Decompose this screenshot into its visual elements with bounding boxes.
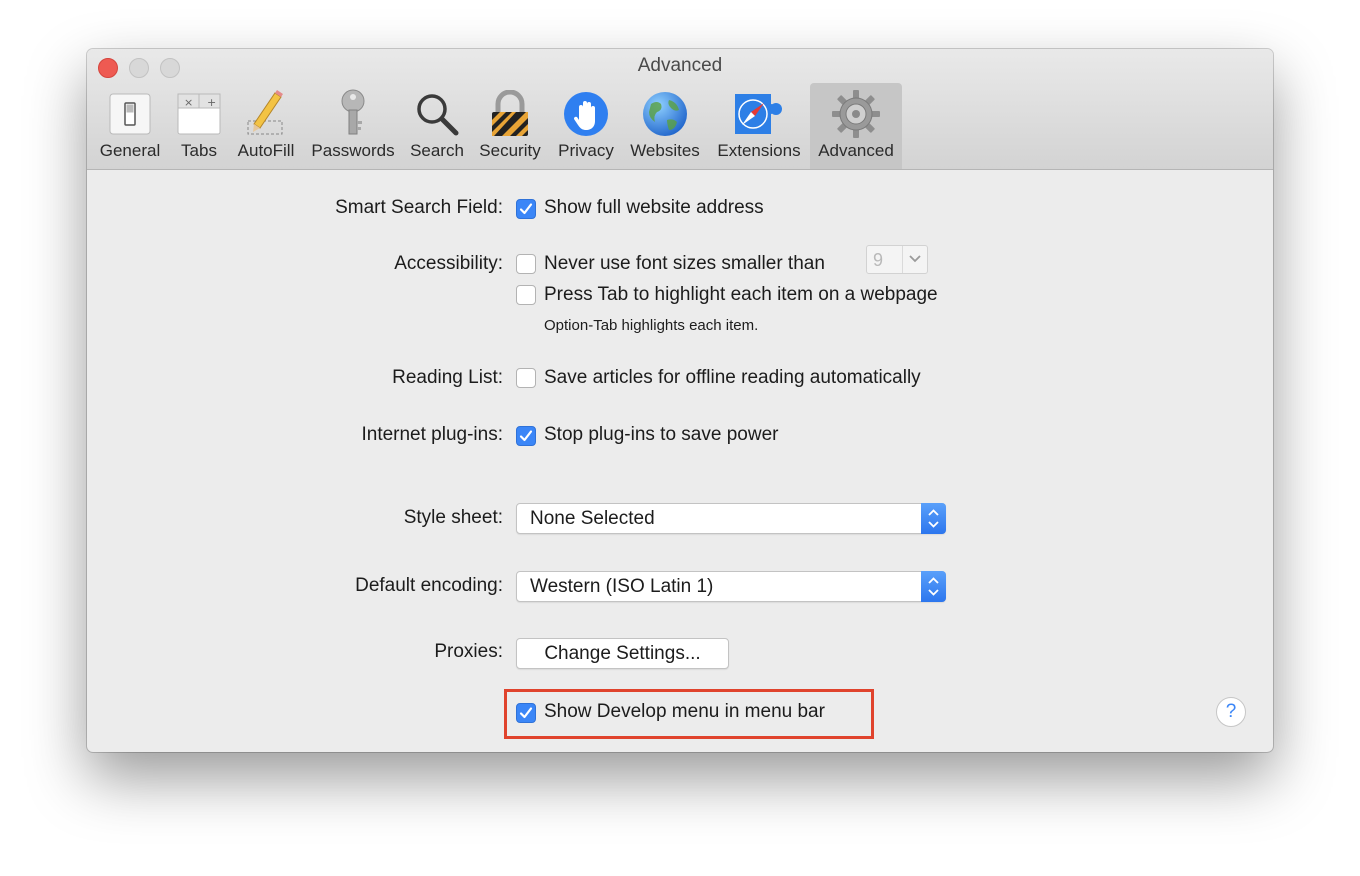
show-full-address-checkbox[interactable] <box>516 199 536 219</box>
tab-websites-label: Websites <box>630 141 700 160</box>
min-font-size-label[interactable]: Never use font sizes smaller than <box>544 253 825 275</box>
accessibility-label: Accessibility: <box>394 253 503 274</box>
tab-extensions[interactable]: Extensions <box>709 83 809 169</box>
tab-security-label: Security <box>479 141 541 160</box>
tab-passwords-label: Passwords <box>311 141 395 160</box>
tab-passwords[interactable]: Passwords <box>306 83 400 169</box>
tab-highlight-hint: Option-Tab highlights each item. <box>544 317 759 334</box>
hand-icon <box>559 87 613 141</box>
encoding-popup[interactable]: Western (ISO Latin 1) <box>516 571 946 602</box>
magnifier-icon <box>410 87 464 141</box>
general-switch-icon <box>103 87 157 141</box>
tab-tabs[interactable]: × + Tabs <box>171 83 227 169</box>
chevron-down-icon <box>909 255 921 263</box>
annotation-highlight-box <box>504 689 874 739</box>
stop-plugins-label[interactable]: Stop plug-ins to save power <box>544 424 778 446</box>
tab-websites[interactable]: Websites <box>625 83 705 169</box>
reading-list-label: Reading List: <box>392 367 503 388</box>
encoding-label: Default encoding: <box>355 575 503 596</box>
tab-highlight-label[interactable]: Press Tab to highlight each item on a we… <box>544 284 938 306</box>
tab-highlight-checkbox[interactable] <box>516 285 536 305</box>
change-settings-button[interactable]: Change Settings... <box>516 638 729 669</box>
tab-autofill[interactable]: AutoFill <box>231 83 301 169</box>
tab-tabs-label: Tabs <box>181 141 217 160</box>
tab-advanced[interactable]: Advanced <box>810 83 902 169</box>
tab-autofill-label: AutoFill <box>237 141 295 160</box>
tab-general-label: General <box>99 141 161 160</box>
font-size-select: 9 <box>866 245 928 274</box>
proxies-label: Proxies: <box>434 641 503 662</box>
tab-privacy-label: Privacy <box>558 141 614 160</box>
svg-text:×: × <box>184 96 193 109</box>
updown-chevron-icon <box>921 571 946 602</box>
globe-icon <box>638 87 692 141</box>
style-sheet-popup[interactable]: None Selected <box>516 503 946 534</box>
help-button[interactable]: ? <box>1216 697 1246 727</box>
compass-puzzle-icon <box>732 87 786 141</box>
font-size-value: 9 <box>873 250 884 270</box>
checkmark-icon <box>519 203 533 215</box>
toolbar: Advanced General × + Tabs AutoFill Passw… <box>87 49 1273 170</box>
smart-search-label: Smart Search Field: <box>335 197 503 218</box>
offline-reading-checkbox[interactable] <box>516 368 536 388</box>
key-icon <box>326 87 380 141</box>
checkmark-icon <box>519 430 533 442</box>
encoding-value: Western (ISO Latin 1) <box>530 576 714 597</box>
pencil-icon <box>239 87 293 141</box>
min-font-size-checkbox[interactable] <box>516 254 536 274</box>
tabs-icon: × + <box>172 87 226 141</box>
plugins-label: Internet plug-ins: <box>361 424 503 445</box>
tab-general[interactable]: General <box>93 83 167 169</box>
show-full-address-label[interactable]: Show full website address <box>544 197 764 219</box>
padlock-icon <box>483 87 537 141</box>
offline-reading-label[interactable]: Save articles for offline reading automa… <box>544 367 921 389</box>
tab-extensions-label: Extensions <box>717 141 801 160</box>
tab-privacy[interactable]: Privacy <box>551 83 621 169</box>
tab-search[interactable]: Search <box>404 83 470 169</box>
tab-security[interactable]: Security <box>474 83 546 169</box>
window-title: Advanced <box>637 55 723 76</box>
style-sheet-label: Style sheet: <box>403 507 503 528</box>
updown-chevron-icon <box>921 503 946 534</box>
preferences-window: Advanced General × + Tabs AutoFill Passw… <box>87 49 1273 752</box>
tab-advanced-label: Advanced <box>818 141 894 160</box>
stop-plugins-checkbox[interactable] <box>516 426 536 446</box>
svg-text:+: + <box>207 96 216 109</box>
gear-icon <box>829 87 883 141</box>
tab-search-label: Search <box>410 141 464 160</box>
style-sheet-value: None Selected <box>530 508 655 529</box>
